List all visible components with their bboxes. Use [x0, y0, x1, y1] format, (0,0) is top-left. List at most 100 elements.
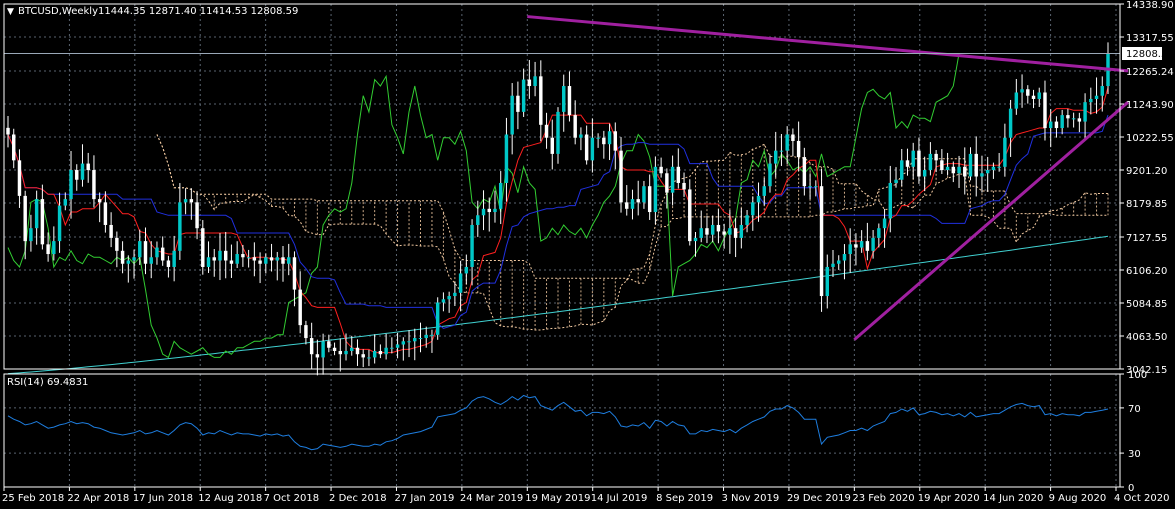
candle-bull: [710, 224, 715, 235]
candle-bull: [785, 134, 789, 151]
ohlc-label: 11444.35 12871.40 11414.53 12808.59: [98, 6, 298, 17]
candle-bear: [17, 160, 22, 196]
candle-bull: [922, 170, 927, 177]
time-tick-label: 8 Sep 2019: [656, 493, 713, 504]
price-tick-label: 13317.55: [1126, 33, 1174, 44]
candle-bear: [963, 166, 967, 177]
candle-bear: [539, 76, 543, 125]
chevron-down-icon[interactable]: ▼: [7, 7, 14, 17]
current-price-badge: 12808.59: [1122, 47, 1174, 60]
candle-bull: [980, 173, 984, 177]
candle-bull: [63, 199, 68, 206]
candle-bull: [756, 195, 761, 203]
candle-bear: [516, 95, 520, 112]
candle-bear: [934, 153, 938, 161]
candle-bull: [57, 205, 62, 242]
time-tick-label: 24 Mar 2019: [460, 493, 523, 504]
candle-bull: [476, 215, 480, 225]
candle-bull: [1100, 86, 1104, 96]
candle-bull: [533, 76, 537, 87]
time-tick-label: 14 Jun 2020: [983, 493, 1043, 504]
price-tick-label: 5084.85: [1126, 299, 1167, 310]
candle-bull: [264, 257, 268, 264]
candle-bull: [808, 186, 812, 188]
candle-bear: [1077, 118, 1082, 122]
candle-bear: [120, 250, 125, 264]
candle-bull: [430, 334, 434, 336]
candle-bear: [802, 157, 807, 187]
candle-bear: [1043, 92, 1047, 129]
candle-bear: [223, 250, 228, 261]
candle-bear: [940, 160, 944, 171]
candle-bear: [252, 257, 257, 261]
candle-bull: [1020, 89, 1024, 93]
candle-bear: [854, 244, 858, 248]
candle-bear: [75, 170, 79, 180]
candle-bull: [562, 86, 566, 112]
candle-bull: [321, 341, 325, 358]
candle-bear: [647, 186, 652, 213]
candle-bull: [372, 350, 377, 358]
time-tick-label: 22 Apr 2018: [67, 493, 129, 504]
candle-bull: [464, 266, 469, 274]
candle-bull: [882, 218, 887, 229]
candle-bear: [951, 166, 956, 174]
price-tick-label: 4063.50: [1126, 332, 1167, 343]
candle-bear: [309, 338, 314, 355]
candle-bull: [1008, 108, 1013, 138]
candle-bull: [848, 244, 852, 255]
time-tick-label: 27 Jan 2019: [394, 493, 454, 504]
candle-bull: [911, 150, 915, 167]
candle-bull: [997, 166, 1001, 168]
candle-bull: [596, 137, 600, 139]
price-tick-label: 6106.20: [1126, 266, 1167, 277]
candle-bear: [974, 153, 978, 177]
candle-bear: [602, 137, 606, 145]
candle-bull: [498, 182, 503, 209]
price-tick-label: 9201.20: [1126, 166, 1167, 177]
candle-bull: [287, 257, 291, 264]
time-tick-label: 9 Aug 2020: [1049, 493, 1107, 504]
time-tick-label: 3 Nov 2019: [722, 493, 780, 504]
candle-bear: [46, 244, 50, 255]
candle-bull: [350, 347, 354, 351]
candle-bull: [401, 341, 406, 345]
candle-bull: [390, 347, 394, 349]
time-tick-label: 7 Oct 2018: [264, 493, 319, 504]
candle-bear: [12, 134, 16, 161]
candle-bear: [791, 134, 795, 141]
candle-bear: [636, 199, 640, 203]
candle-bear: [241, 254, 245, 258]
rsi-tick-label: 70: [1128, 404, 1141, 415]
candle-bull: [344, 350, 348, 355]
candle-bull: [991, 166, 996, 171]
rsi-tick-label: 30: [1128, 449, 1141, 460]
candle-bull: [481, 208, 486, 216]
time-tick-label: 19 May 2019: [525, 493, 590, 504]
price-tick-label: 10222.55: [1126, 133, 1174, 144]
candle-bear: [195, 202, 199, 229]
candle-bear: [115, 237, 119, 251]
candle-bear: [355, 347, 360, 355]
candle-bear: [716, 224, 721, 232]
candle-bear: [544, 124, 549, 138]
symbol-label: BTCUSD,Weekly: [18, 6, 98, 17]
candle-bear: [796, 140, 801, 158]
candle-bear: [722, 231, 726, 235]
candle-bear: [332, 347, 337, 351]
candle-bull: [859, 241, 864, 248]
candle-bull: [1089, 98, 1093, 103]
candle-bull: [470, 224, 474, 267]
candle-bear: [905, 160, 910, 167]
candle-bull: [957, 166, 961, 174]
candle-bull: [275, 257, 279, 261]
candle-bull: [504, 134, 509, 183]
candle-bull: [521, 79, 526, 112]
candle-bull: [132, 257, 136, 261]
candle-bull: [458, 273, 463, 293]
candle-bull: [424, 334, 428, 339]
candle-bull: [894, 179, 898, 183]
candle-bull: [138, 241, 142, 258]
candle-bull: [642, 186, 646, 203]
current-price-label: 12808.59: [1126, 49, 1174, 60]
